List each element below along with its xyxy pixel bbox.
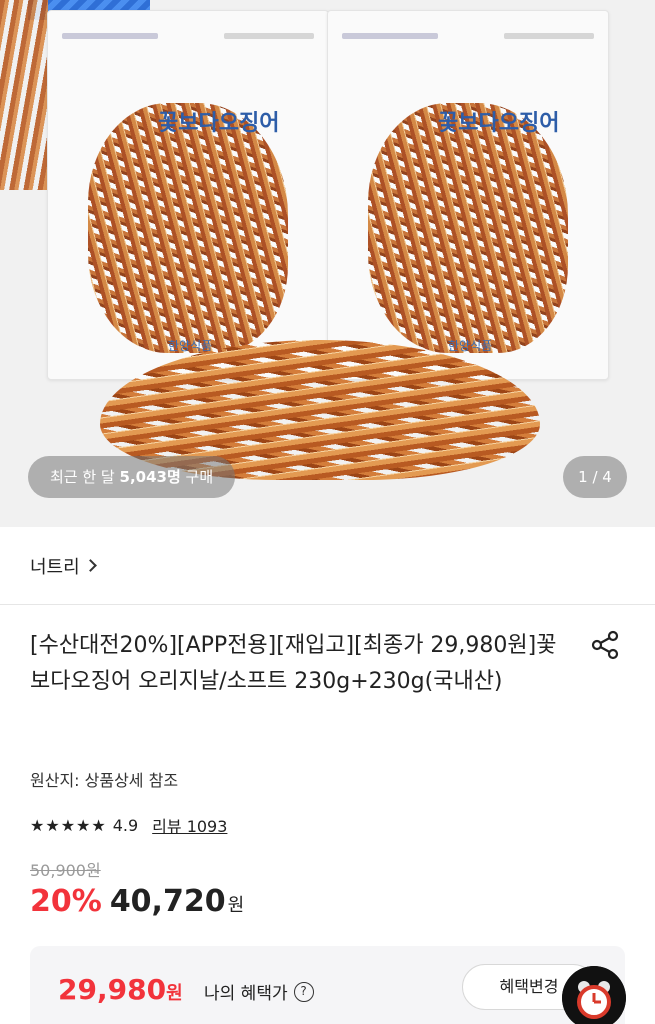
question-circle-icon[interactable]: ? [293, 981, 314, 1002]
original-price: 50,900원 [30, 861, 101, 880]
squid-strips-image [368, 103, 568, 353]
review-count-link[interactable]: 리뷰 1093 [152, 813, 227, 837]
benefit-price: 29,980원 [58, 973, 183, 1006]
product-package-left: 꽃보다오징어 한양식품 [47, 10, 329, 380]
product-title: [수산대전20%][APP전용][재입고][최종가 29,980원]꽃보다오징어… [30, 633, 557, 694]
rating-row: ★★★★★ 4.9 리뷰 1093 [30, 813, 227, 837]
squid-pieces-decoration [0, 0, 48, 190]
recent-purchase-badge: 최근 한 달 5,043명 구매 [28, 456, 236, 498]
product-package-right: 꽃보다오징어 한양식품 [327, 10, 609, 380]
seller-link[interactable]: 너트리 [0, 527, 655, 605]
package-brand-logo: 꽃보다오징어 [158, 111, 280, 136]
share-icon[interactable] [589, 629, 621, 661]
star-rating-icon: ★★★★★ [30, 815, 107, 835]
product-image-gallery[interactable]: 꽃보다오징어 한양식품 꽃보다오징어 한양식품 최근 한 달 5,043명 구매… [0, 0, 655, 527]
image-page-counter: 1 / 4 [563, 456, 627, 498]
package-brand-logo: 꽃보다오징어 [438, 111, 560, 136]
discount-rate: 20% [30, 884, 102, 919]
package-maker-label: 한양식품 [448, 339, 493, 353]
squid-strips-image [88, 103, 288, 353]
sale-price: 40,720 [109, 884, 226, 919]
sale-price-row: 20% 40,720 원 [30, 884, 244, 919]
rating-value: 4.9 [112, 815, 139, 835]
origin-info: 원산지: 상품상세 참조 [30, 771, 179, 790]
my-benefit-box: 29,980원 나의 혜택가 ? 혜택변경 [30, 946, 625, 1024]
alarm-clock-icon[interactable] [562, 966, 626, 1024]
sale-price-currency: 원 [227, 895, 245, 916]
seller-name: 너트리 [30, 556, 80, 578]
chevron-right-icon [83, 559, 97, 572]
purchase-count: 5,043명 [119, 468, 181, 486]
benefit-label: 나의 혜택가 ? [204, 979, 314, 1004]
